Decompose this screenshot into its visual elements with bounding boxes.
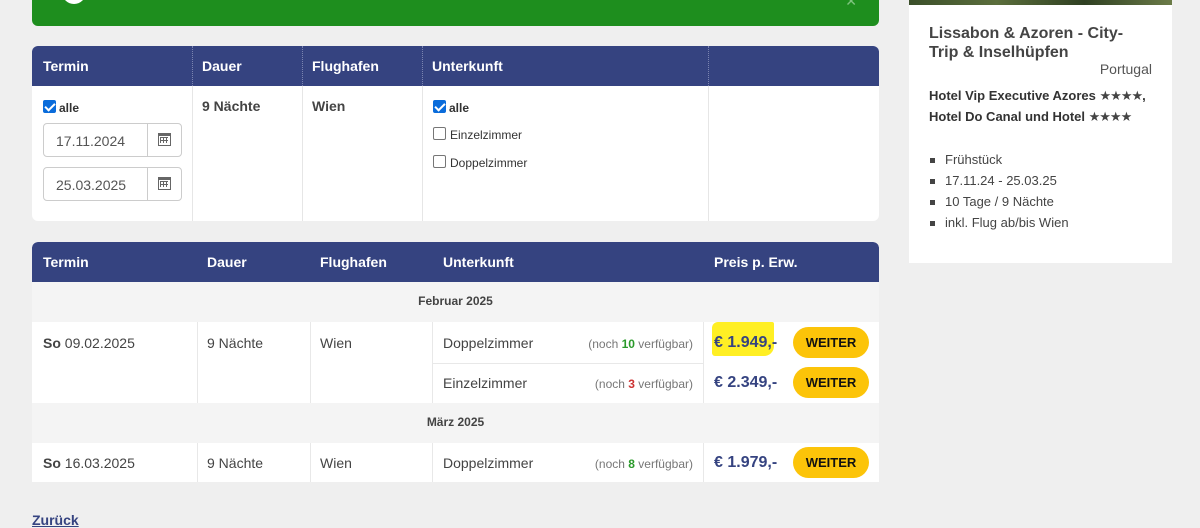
close-icon[interactable]: ✕ (845, 0, 857, 10)
unterkunft-doppelzimmer-label: Doppelzimmer (450, 156, 528, 170)
availability: (noch 3 verfügbar) (594, 377, 693, 391)
list-item: 17.11.24 - 25.03.25 (929, 173, 1069, 194)
room-type: Einzelzimmer (443, 375, 528, 391)
row-date: So 16.03.2025 (43, 455, 135, 471)
room-type: Doppelzimmer (443, 335, 534, 351)
termin-all-label: alle (59, 101, 80, 115)
star-rating-icon: ★★★★ (1099, 89, 1144, 104)
table-row: So 09.02.2025 9 Nächte Wien Doppelzimmer… (32, 322, 879, 403)
trip-country: Portugal (1099, 61, 1152, 77)
room-type: Doppelzimmer (443, 455, 534, 471)
back-link[interactable]: Zurück (32, 512, 79, 528)
results-header-termin: Termin (43, 254, 89, 270)
results-header-dauer: Dauer (207, 254, 247, 270)
success-alert: ✕ (32, 0, 879, 26)
filter-table: Termin Dauer Flughafen Unterkunft alle 1… (32, 46, 879, 221)
unterkunft-all-checkbox[interactable] (433, 100, 446, 113)
price: € 2.349,- (714, 374, 778, 391)
star-rating-icon: ★★★★ (1088, 110, 1133, 125)
availability: (noch 8 verfügbar) (594, 457, 693, 471)
filter-header-termin: Termin (43, 58, 89, 74)
filter-body: alle 17.11.2024 25.03.2025 9 Nächte Wien… (32, 86, 879, 221)
unterkunft-einzelzimmer-checkbox[interactable] (433, 127, 446, 140)
list-item: 10 Tage / 9 Nächte (929, 194, 1069, 215)
filter-flughafen-value: Wien (312, 98, 346, 114)
month-heading: Februar 2025 (32, 282, 879, 322)
filter-header: Termin Dauer Flughafen Unterkunft (32, 46, 879, 86)
filter-header-dauer: Dauer (202, 58, 242, 74)
table-row: So 16.03.2025 9 Nächte Wien Doppelzimmer… (32, 443, 879, 482)
list-item: inkl. Flug ab/bis Wien (929, 215, 1069, 236)
results-header-unterkunft: Unterkunft (443, 254, 514, 270)
price: € 1.949,- (714, 334, 778, 351)
calendar-icon (158, 133, 171, 146)
date-from-field[interactable]: 17.11.2024 (43, 123, 182, 157)
unterkunft-all-label: alle (449, 101, 470, 115)
weiter-button[interactable]: WEITER (793, 447, 869, 478)
results-header-flughafen: Flughafen (320, 254, 387, 270)
trip-title[interactable]: Lissabon & Azoren - City-Trip & Inselhüp… (929, 24, 1139, 62)
info-icon (62, 0, 86, 4)
trip-image (909, 0, 1172, 5)
trip-card: Lissabon & Azoren - City-Trip & Inselhüp… (909, 0, 1172, 263)
date-from-calendar-button[interactable] (147, 124, 181, 156)
date-to-calendar-button[interactable] (147, 168, 181, 200)
row-flughafen: Wien (320, 455, 352, 471)
results-header-preis: Preis p. Erw. (714, 254, 798, 270)
weiter-button[interactable]: WEITER (793, 327, 869, 358)
filter-header-flughafen: Flughafen (312, 58, 379, 74)
row-flughafen: Wien (320, 335, 352, 351)
availability: (noch 10 verfügbar) (588, 337, 693, 351)
date-to-value: 25.03.2025 (56, 177, 127, 193)
trip-hotels: Hotel Vip Executive Azores ★★★★, Hotel D… (929, 88, 1146, 125)
filter-dauer-value: 9 Nächte (202, 98, 261, 114)
row-dauer: 9 Nächte (207, 335, 264, 351)
date-to-field[interactable]: 25.03.2025 (43, 167, 182, 201)
row-dauer: 9 Nächte (207, 455, 264, 471)
filter-header-unterkunft: Unterkunft (432, 58, 503, 74)
calendar-icon (158, 177, 171, 190)
row-date: So 09.02.2025 (43, 335, 135, 351)
unterkunft-doppelzimmer-checkbox[interactable] (433, 155, 446, 168)
price: € 1.979,- (714, 454, 778, 471)
results-header: Termin Dauer Flughafen Unterkunft Preis … (32, 242, 879, 282)
month-heading: März 2025 (32, 403, 879, 443)
termin-all-checkbox[interactable] (43, 100, 56, 113)
trip-features: Frühstück 17.11.24 - 25.03.25 10 Tage / … (929, 152, 1069, 236)
unterkunft-einzelzimmer-label: Einzelzimmer (450, 128, 523, 142)
list-item: Frühstück (929, 152, 1069, 173)
date-from-value: 17.11.2024 (56, 133, 126, 149)
weiter-button[interactable]: WEITER (793, 367, 869, 398)
results-table: Termin Dauer Flughafen Unterkunft Preis … (32, 242, 879, 482)
